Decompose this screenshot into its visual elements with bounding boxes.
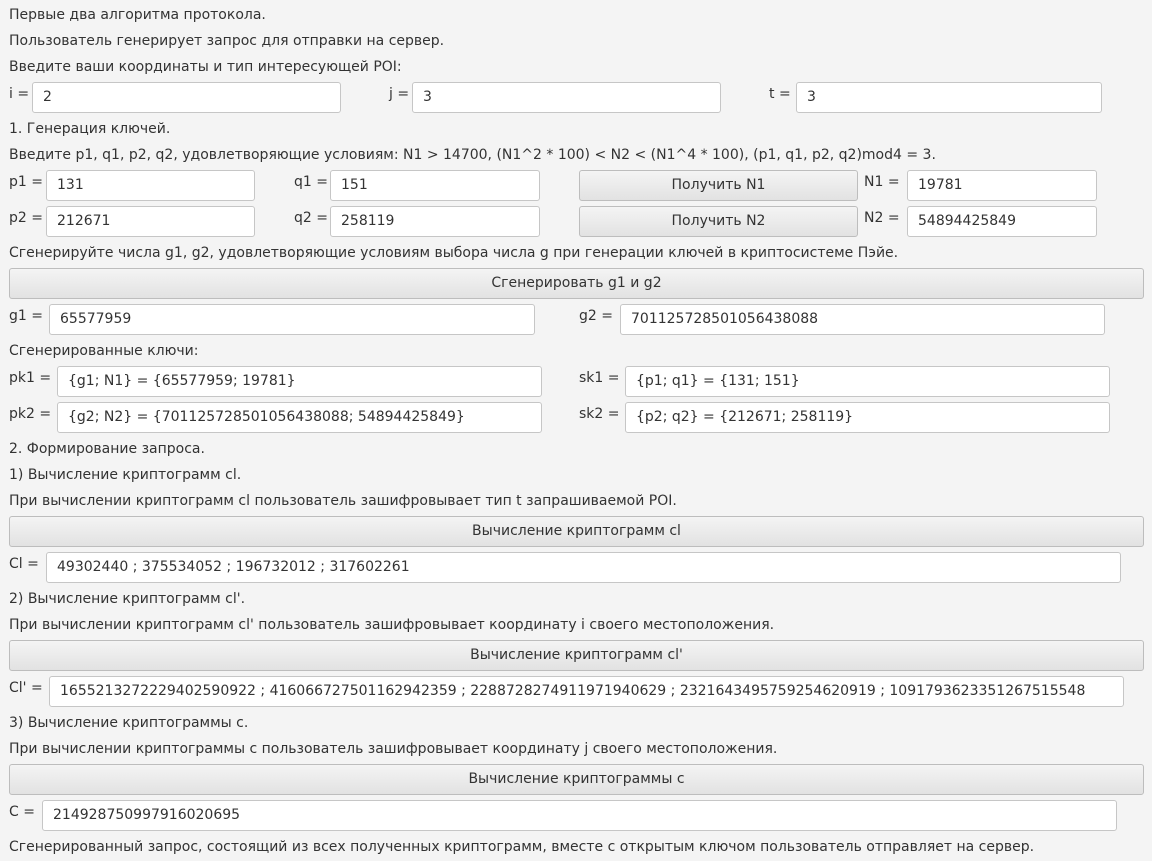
n1-input[interactable]: 19781 bbox=[907, 170, 1097, 201]
p1-input[interactable]: 131 bbox=[46, 170, 255, 201]
pk1-label: pk1 = bbox=[9, 370, 52, 386]
i-input[interactable]: 2 bbox=[32, 82, 341, 113]
q1-input[interactable]: 151 bbox=[330, 170, 540, 201]
pk1-input[interactable]: {g1; N1} = {65577959; 19781} bbox=[57, 366, 542, 397]
clp-output[interactable]: 1655213272229402590922 ; 416066727501162… bbox=[49, 676, 1124, 707]
t-label: t = bbox=[769, 86, 791, 102]
intro-line-1: Первые два алгоритма протокола. bbox=[9, 7, 266, 23]
g-instruction: Сгенерируйте числа g1, g2, удовлетворяющ… bbox=[9, 245, 899, 261]
intro-line-2: Пользователь генерирует запрос для отпра… bbox=[9, 33, 445, 49]
q2-label: q2 = bbox=[294, 210, 328, 226]
g1-label: g1 = bbox=[9, 308, 43, 324]
sk1-input[interactable]: {p1; q1} = {131; 151} bbox=[625, 366, 1110, 397]
compute-cl-button[interactable]: Вычисление криптограмм cl bbox=[9, 516, 1144, 547]
compute-clp-button[interactable]: Вычисление криптограмм cl' bbox=[9, 640, 1144, 671]
q1-label: q1 = bbox=[294, 174, 328, 190]
c-heading: 3) Вычисление криптограммы c. bbox=[9, 715, 249, 731]
g1-input[interactable]: 65577959 bbox=[49, 304, 535, 335]
intro-line-3: Введите ваши координаты и тип интересующ… bbox=[9, 59, 402, 75]
pk2-input[interactable]: {g2; N2} = {701125728501056438088; 54894… bbox=[57, 402, 542, 433]
g2-label: g2 = bbox=[579, 308, 613, 324]
n2-label: N2 = bbox=[864, 210, 900, 226]
footer-text: Сгенерированный запрос, состоящий из все… bbox=[9, 839, 1035, 855]
c-label: C = bbox=[9, 804, 35, 820]
n2-input[interactable]: 54894425849 bbox=[907, 206, 1097, 237]
clp-label: Cl' = bbox=[9, 680, 43, 696]
p1-label: p1 = bbox=[9, 174, 43, 190]
clp-heading: 2) Вычисление криптограмм cl'. bbox=[9, 591, 246, 607]
j-input[interactable]: 3 bbox=[412, 82, 721, 113]
g2-input[interactable]: 701125728501056438088 bbox=[620, 304, 1105, 335]
i-label: i = bbox=[9, 86, 30, 102]
clp-description: При вычислении криптограмм cl' пользоват… bbox=[9, 617, 775, 633]
p2-label: p2 = bbox=[9, 210, 43, 226]
sk2-label: sk2 = bbox=[579, 406, 620, 422]
n1-label: N1 = bbox=[864, 174, 900, 190]
get-n2-button[interactable]: Получить N2 bbox=[579, 206, 858, 237]
t-input[interactable]: 3 bbox=[796, 82, 1102, 113]
request-heading: 2. Формирование запроса. bbox=[9, 441, 205, 457]
cl-heading: 1) Вычисление криптограмм cl. bbox=[9, 467, 242, 483]
cl-label: Cl = bbox=[9, 556, 39, 572]
sk2-input[interactable]: {p2; q2} = {212671; 258119} bbox=[625, 402, 1110, 433]
cl-description: При вычислении криптограмм cl пользовате… bbox=[9, 493, 677, 509]
generate-g-button[interactable]: Сгенерировать g1 и g2 bbox=[9, 268, 1144, 299]
keygen-instruction: Введите p1, q1, p2, q2, удовлетворяющие … bbox=[9, 147, 936, 163]
c-description: При вычислении криптограммы c пользовате… bbox=[9, 741, 778, 757]
compute-c-button[interactable]: Вычисление криптограммы c bbox=[9, 764, 1144, 795]
keys-heading: Сгенерированные ключи: bbox=[9, 343, 199, 359]
q2-input[interactable]: 258119 bbox=[330, 206, 540, 237]
keygen-heading: 1. Генерация ключей. bbox=[9, 121, 171, 137]
pk2-label: pk2 = bbox=[9, 406, 52, 422]
j-label: j = bbox=[389, 86, 410, 102]
cl-output[interactable]: 49302440 ; 375534052 ; 196732012 ; 31760… bbox=[46, 552, 1121, 583]
c-output[interactable]: 2149287509979160206​95 bbox=[42, 800, 1117, 831]
p2-input[interactable]: 212671 bbox=[46, 206, 255, 237]
sk1-label: sk1 = bbox=[579, 370, 620, 386]
get-n1-button[interactable]: Получить N1 bbox=[579, 170, 858, 201]
